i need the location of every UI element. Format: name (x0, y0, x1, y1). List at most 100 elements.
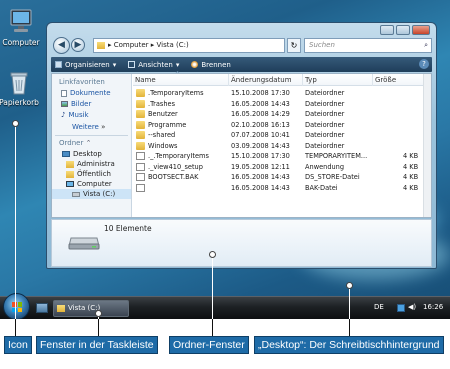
tree-item-administrator[interactable]: Administra (52, 159, 131, 169)
close-button[interactable] (412, 25, 430, 35)
computer-icon (66, 181, 74, 187)
file-row[interactable]: BOOTSECT.BAK 16.05.2008 14:43 DS_STORE-Dat… (133, 172, 431, 182)
file-type: Dateiordner (305, 89, 345, 97)
address-bar[interactable]: ▸ Computer ▸ Vista (C:) (93, 38, 285, 53)
file-name: ._view410_setup (148, 162, 203, 171)
file-type: BAK-Datei (305, 183, 338, 192)
column-header-name[interactable]: Name (135, 76, 156, 84)
column-header-size[interactable]: Größe (375, 76, 396, 84)
details-pane: 10 Elemente (51, 219, 432, 267)
file-row[interactable]: 16.05.2008 14:43 BAK-Datei 4 KB (133, 183, 431, 193)
forward-button[interactable]: ▶ (71, 38, 85, 52)
favorite-label: Bilder (71, 100, 92, 108)
desktop-background[interactable]: Computer Papierkorb ◀ ▶ ▸ Computer ▸ Vis… (0, 0, 450, 319)
tree-label: Vista (C:) (83, 190, 116, 198)
file-row[interactable]: ._view410_setup 19.05.2008 12:11 Anwendung… (133, 162, 431, 172)
desktop-icon-computer[interactable]: Computer (0, 8, 44, 47)
address-path: ▸ Computer ▸ Vista (C:) (108, 41, 189, 49)
tree-item-computer[interactable]: Computer (52, 179, 131, 189)
language-indicator[interactable]: DE (374, 303, 384, 311)
column-header-type[interactable]: Typ (305, 76, 317, 84)
sort-arrow-icon: ^ (175, 71, 181, 78)
taskbar: Vista (C:) DE ◀) 16:26 (0, 293, 450, 319)
file-list: Name ^ Änderungsdatum Typ Größe .Tempora… (133, 71, 431, 217)
desktop-folder-icon (62, 151, 70, 157)
file-type: Dateiordner (305, 110, 345, 118)
favorite-link-pictures[interactable]: Bilder (52, 97, 131, 108)
file-row[interactable]: .Trashes 16.05.2008 14:43 Dateiordner (133, 99, 431, 109)
file-type: Dateiordner (305, 99, 345, 108)
desktop-icon-recycle-bin[interactable]: Papierkorb (0, 70, 42, 107)
file-row[interactable]: Benutzer 16.05.2008 14:29 Dateiordner (133, 109, 431, 119)
tree-item-desktop[interactable]: Desktop (52, 149, 131, 159)
folder-icon (97, 42, 105, 49)
back-button[interactable]: ◀ (53, 37, 70, 54)
caption-taskbar-window: Fenster in der Taskleiste (36, 336, 158, 354)
folder-icon (136, 131, 145, 139)
tree-label: Computer (77, 180, 112, 188)
tree-label: Desktop (73, 150, 102, 158)
folder-icon (136, 99, 145, 108)
clock[interactable]: 16:26 (423, 303, 443, 311)
start-button[interactable] (3, 293, 30, 319)
maximize-button[interactable] (396, 25, 410, 35)
favorites-heading: Linkfavoriten (59, 78, 105, 86)
burn-button[interactable]: Brennen (191, 61, 231, 69)
callout-line-folder-window (212, 254, 213, 319)
recycle-bin-icon (8, 70, 30, 96)
file-row[interactable]: Windows 03.09.2008 14:43 Dateiordner (133, 141, 431, 151)
callout-line-folder-window (212, 319, 213, 336)
help-icon[interactable]: ? (419, 59, 429, 69)
vertical-scrollbar[interactable] (423, 74, 431, 217)
search-input[interactable]: Suchen ⌕ (304, 38, 432, 53)
minimize-button[interactable] (380, 25, 394, 35)
folder-icon (136, 110, 145, 118)
column-divider[interactable] (302, 74, 303, 86)
file-size: 4 KB (403, 162, 419, 171)
folders-heading[interactable]: Ordner ⌃ (52, 136, 131, 147)
refresh-button[interactable]: ↻ (287, 38, 301, 53)
taskbar-window-button[interactable]: Vista (C:) (53, 300, 129, 317)
file-row[interactable]: ._.TemporaryItems 15.10.2008 17:30 TEMPORA… (133, 151, 431, 161)
file-type: Dateiordner (305, 131, 345, 139)
windows-logo-icon (12, 302, 22, 312)
file-name: --shared (148, 131, 176, 139)
file-size: 4 KB (403, 152, 419, 160)
tree-item-vista-drive[interactable]: Vista (C:) (52, 189, 131, 199)
favorite-link-documents[interactable]: Dokumente (52, 86, 131, 97)
network-icon[interactable] (397, 304, 405, 312)
file-row[interactable]: --shared 07.07.2008 10:41 Dateiordner (133, 130, 431, 140)
callout-dot-icon (12, 120, 19, 127)
more-label: Weitere (72, 123, 99, 131)
file-row[interactable]: Programme 02.10.2008 16:13 Dateiordner (133, 120, 431, 130)
hard-drive-icon (68, 230, 100, 250)
column-divider[interactable] (372, 74, 373, 86)
caption-icon: Icon (4, 336, 32, 354)
file-name: .Trashes (148, 99, 176, 108)
callout-dot-folder-window (209, 251, 216, 258)
more-favorites-link[interactable]: Weitere » (52, 119, 131, 131)
folder-icon (136, 89, 145, 97)
file-date: 15.10.2008 17:30 (231, 152, 290, 160)
views-icon (128, 61, 136, 68)
tree-item-public[interactable]: Öffentlich (52, 169, 131, 179)
file-date: 16.05.2008 14:43 (231, 183, 290, 192)
views-menu[interactable]: Ansichten ▾ (128, 61, 179, 69)
quick-launch-desktop-icon[interactable] (36, 303, 48, 313)
favorite-link-music[interactable]: ♪ Musik (52, 108, 131, 119)
volume-icon[interactable]: ◀) (408, 303, 416, 311)
address-row: ◀ ▶ ▸ Computer ▸ Vista (C:) ↻ Suchen ⌕ (51, 37, 432, 55)
callout-line-icon (15, 319, 16, 336)
column-headers: Name ^ Änderungsdatum Typ Größe (133, 71, 431, 86)
folder-window[interactable]: ◀ ▶ ▸ Computer ▸ Vista (C:) ↻ Suchen ⌕ O… (46, 22, 437, 269)
organize-menu[interactable]: Organisieren ▾ (55, 61, 116, 69)
search-placeholder: Suchen (309, 41, 335, 49)
file-date: 07.07.2008 10:41 (231, 131, 290, 139)
file-row[interactable]: .TemporaryItems 15.10.2008 17:30 Dateiordn… (133, 88, 431, 98)
column-divider[interactable] (228, 74, 229, 86)
screenshot-root: Computer Papierkorb ◀ ▶ ▸ Computer ▸ Vis… (0, 0, 450, 369)
double-chevron-icon: » (101, 123, 106, 131)
file-date: 19.05.2008 12:11 (231, 162, 290, 171)
file-name: Benutzer (148, 110, 178, 118)
column-header-date[interactable]: Änderungsdatum (231, 76, 292, 84)
